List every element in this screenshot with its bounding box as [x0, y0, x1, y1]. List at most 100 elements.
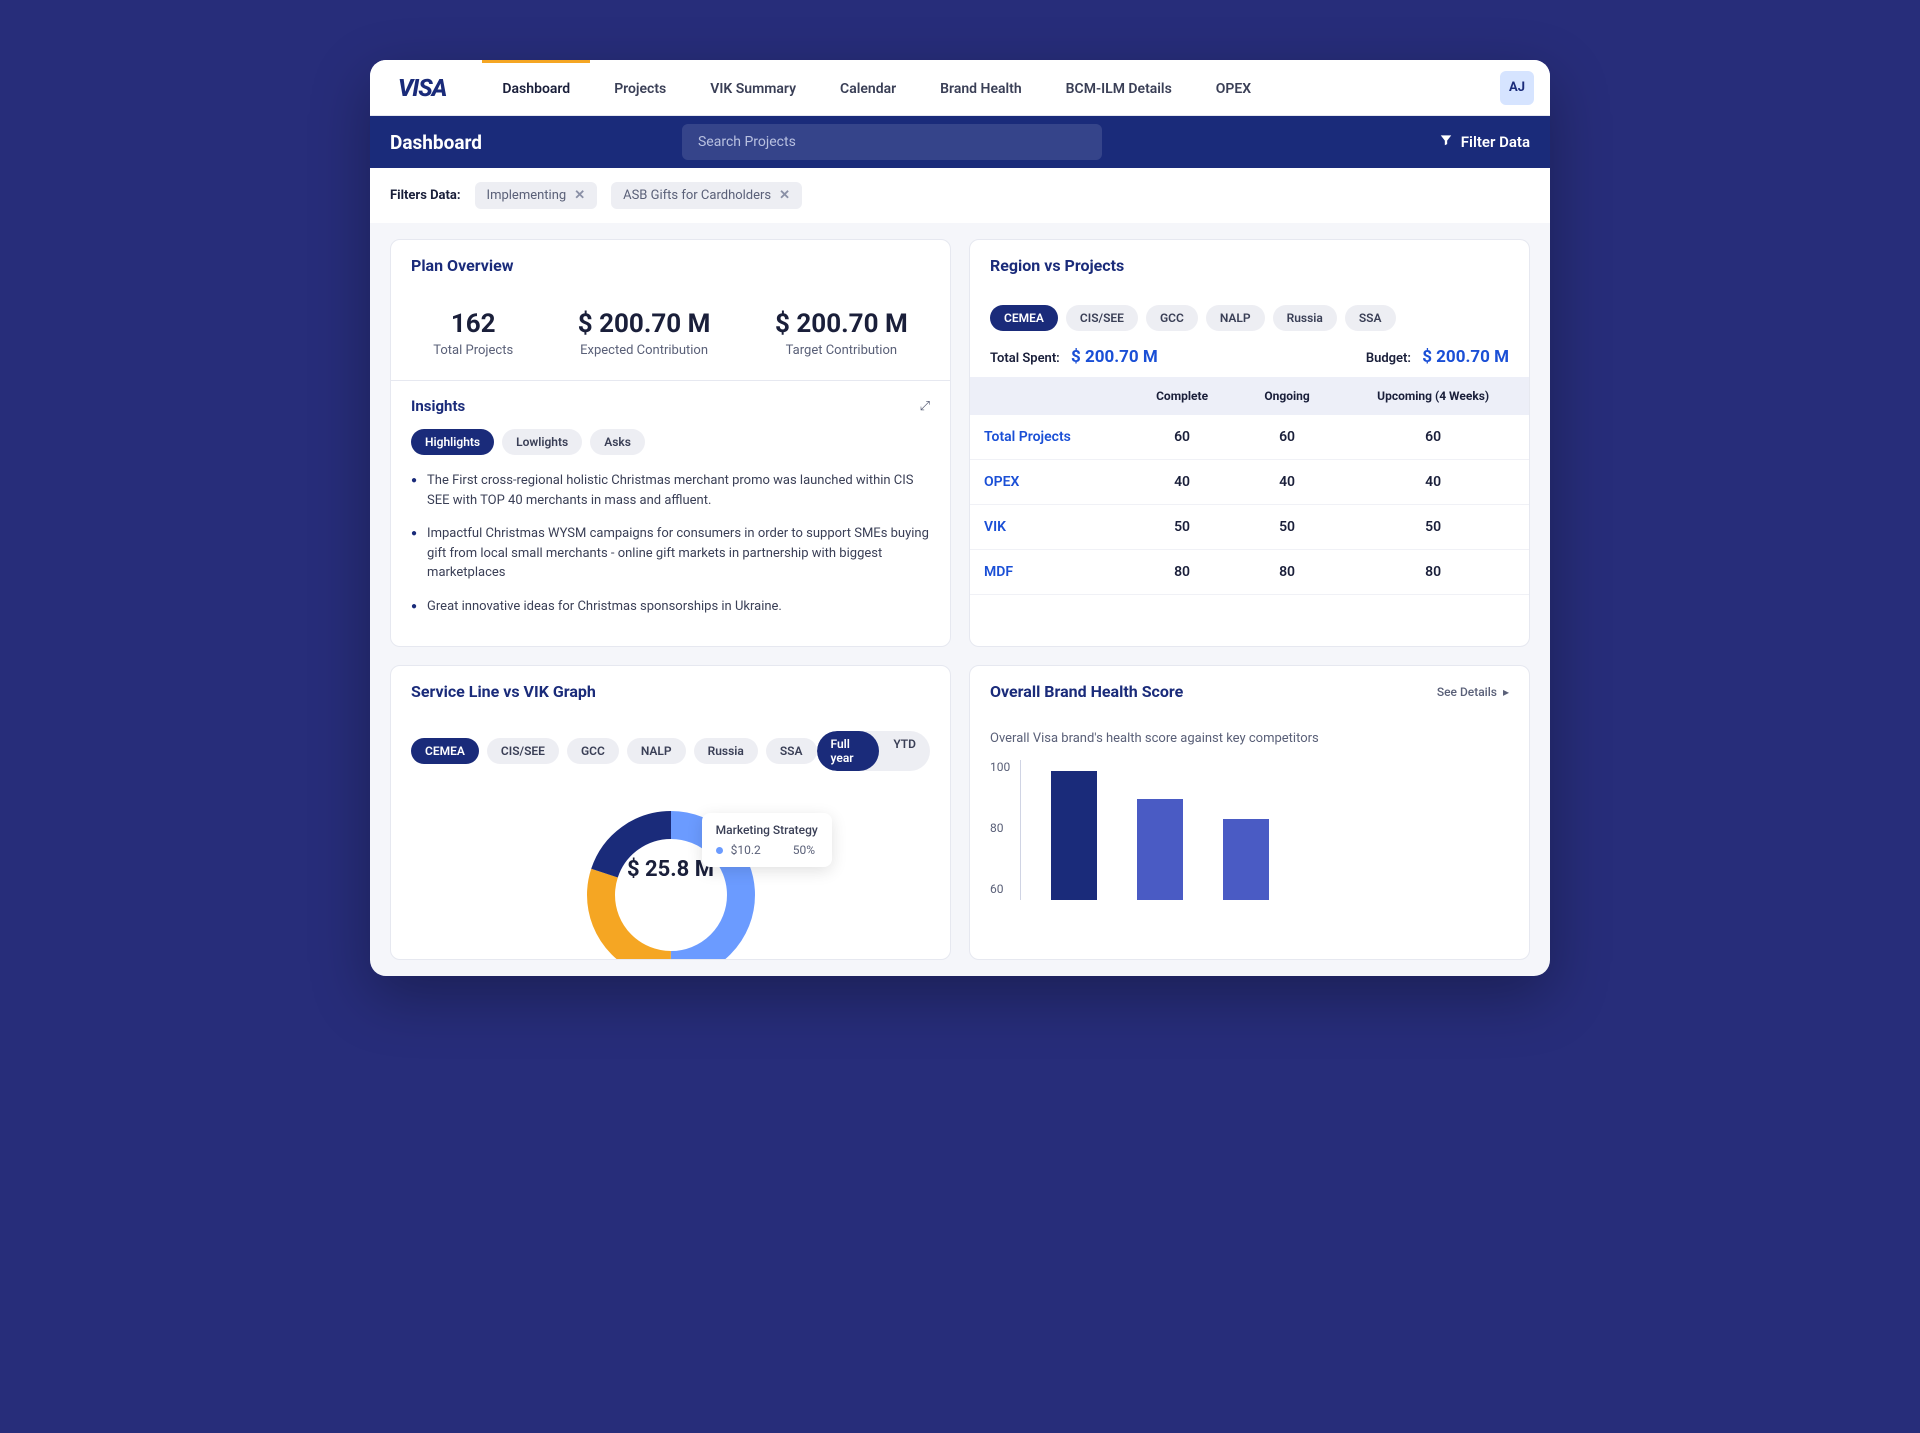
- stat-label: Total Projects: [433, 343, 513, 358]
- see-details-link[interactable]: See Details ▸: [1437, 685, 1509, 699]
- region-table: Complete Ongoing Upcoming (4 Weeks) Tota…: [970, 377, 1529, 595]
- region-tab-russia[interactable]: Russia: [1273, 305, 1337, 331]
- nav-tab-opex[interactable]: OPEX: [1196, 60, 1271, 116]
- stat-label: Expected Contribution: [578, 343, 711, 358]
- insights-tabs: Highlights Lowlights Asks: [411, 429, 930, 455]
- total-spent-label: Total Spent:: [990, 351, 1060, 366]
- region-tab-ssa[interactable]: SSA: [1345, 305, 1396, 331]
- donut-chart: $ 25.8 M Marketing Strategy $10.2 50%: [411, 795, 930, 945]
- toggle-full-year[interactable]: Full year: [817, 731, 880, 771]
- brand-description: Overall Visa brand's health score agains…: [990, 731, 1509, 746]
- nav-tab-brand-health[interactable]: Brand Health: [920, 60, 1042, 116]
- filter-data-button[interactable]: Filter Data: [1439, 133, 1530, 151]
- region-tab-gcc[interactable]: GCC: [1146, 305, 1198, 331]
- chevron-right-icon: ▸: [1503, 685, 1509, 699]
- visa-logo: VISA: [386, 74, 458, 102]
- nav-tab-bcm-ilm[interactable]: BCM-ILM Details: [1046, 60, 1192, 116]
- row-name[interactable]: Total Projects: [970, 415, 1127, 460]
- subheader: Dashboard Search Projects Filter Data: [370, 116, 1550, 168]
- top-nav: VISA Dashboard Projects VIK Summary Cale…: [370, 60, 1550, 116]
- filter-chip-implementing[interactable]: Implementing ✕: [475, 182, 598, 209]
- brand-card: Overall Brand Health Score See Details ▸…: [969, 665, 1530, 960]
- region-tab-nalp[interactable]: NALP: [1206, 305, 1265, 331]
- period-toggle: Full year YTD: [817, 731, 930, 771]
- search-input[interactable]: Search Projects: [682, 124, 1102, 160]
- close-icon[interactable]: ✕: [779, 188, 790, 203]
- stat-target: $ 200.70 M Target Contribution: [775, 309, 908, 358]
- pill-lowlights[interactable]: Lowlights: [502, 429, 582, 455]
- brand-bar-chart: 100 80 60: [990, 760, 1509, 900]
- insight-item: Great innovative ideas for Christmas spo…: [411, 597, 930, 617]
- region-tab-cissee[interactable]: CIS/SEE: [1066, 305, 1138, 331]
- stat-expected: $ 200.70 M Expected Contribution: [578, 309, 711, 358]
- app-window: VISA Dashboard Projects VIK Summary Cale…: [370, 60, 1550, 976]
- service-tab-cissee[interactable]: CIS/SEE: [487, 738, 559, 764]
- service-tab-gcc[interactable]: GCC: [567, 738, 619, 764]
- filter-data-label: Filter Data: [1461, 133, 1530, 151]
- region-card: Region vs Projects CEMEA CIS/SEE GCC NAL…: [969, 239, 1530, 647]
- nav-tab-dashboard[interactable]: Dashboard: [482, 60, 590, 116]
- region-tab-cemea[interactable]: CEMEA: [990, 305, 1058, 331]
- brand-header: Overall Brand Health Score See Details ▸: [970, 666, 1529, 717]
- tooltip-amount: $10.2: [731, 843, 761, 857]
- table-row: OPEX 40 40 40: [970, 460, 1529, 505]
- pill-asks[interactable]: Asks: [590, 429, 645, 455]
- insight-item: The First cross-regional holistic Christ…: [411, 471, 930, 510]
- funnel-icon: [1439, 133, 1453, 151]
- service-card: Service Line vs VIK Graph CEMEA CIS/SEE …: [390, 665, 951, 960]
- col-blank: [970, 377, 1127, 415]
- total-spent-value: $ 200.70 M: [1071, 347, 1158, 367]
- plan-stats-row: 162 Total Projects $ 200.70 M Expected C…: [391, 291, 950, 381]
- service-tab-russia[interactable]: Russia: [694, 738, 758, 764]
- insights-list: The First cross-regional holistic Christ…: [411, 471, 930, 616]
- content-grid: Plan Overview 162 Total Projects $ 200.7…: [370, 223, 1550, 976]
- nav-tab-vik-summary[interactable]: VIK Summary: [690, 60, 816, 116]
- filter-chip-text: ASB Gifts for Cardholders: [623, 188, 771, 203]
- tooltip-title: Marketing Strategy: [716, 823, 818, 837]
- budget-label: Budget:: [1366, 351, 1411, 366]
- tooltip-pct: 50%: [793, 843, 815, 857]
- row-name[interactable]: MDF: [970, 550, 1127, 595]
- chart-tooltip: Marketing Strategy $10.2 50%: [702, 813, 832, 867]
- nav-tab-projects[interactable]: Projects: [594, 60, 686, 116]
- insight-item: Impactful Christmas WYSM campaigns for c…: [411, 524, 930, 583]
- filter-chip-asb-gifts[interactable]: ASB Gifts for Cardholders ✕: [611, 182, 802, 209]
- service-title: Service Line vs VIK Graph: [391, 666, 950, 717]
- expand-icon[interactable]: ⤢: [920, 399, 930, 414]
- bar: [1223, 819, 1269, 900]
- pill-highlights[interactable]: Highlights: [411, 429, 494, 455]
- filters-label: Filters Data:: [390, 188, 461, 203]
- insights-title: Insights: [411, 397, 465, 415]
- service-tab-nalp[interactable]: NALP: [627, 738, 686, 764]
- nav-tab-calendar[interactable]: Calendar: [820, 60, 916, 116]
- page-title: Dashboard: [390, 131, 482, 154]
- stat-value: 162: [433, 309, 513, 339]
- bars-container: [1020, 760, 1509, 900]
- close-icon[interactable]: ✕: [574, 188, 585, 203]
- row-name[interactable]: VIK: [970, 505, 1127, 550]
- region-title: Region vs Projects: [970, 240, 1529, 291]
- bar: [1137, 799, 1183, 900]
- bar: [1051, 771, 1097, 900]
- row-name[interactable]: OPEX: [970, 460, 1127, 505]
- stat-value: $ 200.70 M: [775, 309, 908, 339]
- service-tab-ssa[interactable]: SSA: [766, 738, 817, 764]
- table-row: VIK 50 50 50: [970, 505, 1529, 550]
- plan-overview-card: Plan Overview 162 Total Projects $ 200.7…: [390, 239, 951, 647]
- stat-value: $ 200.70 M: [578, 309, 711, 339]
- service-tab-cemea[interactable]: CEMEA: [411, 738, 479, 764]
- insights-section: Insights ⤢ Highlights Lowlights Asks The…: [391, 381, 950, 646]
- col-ongoing: Ongoing: [1237, 377, 1338, 415]
- stat-total-projects: 162 Total Projects: [433, 309, 513, 358]
- y-axis: 100 80 60: [990, 760, 1010, 900]
- dot-icon: [716, 847, 723, 854]
- donut-value: $ 25.8 M: [627, 857, 714, 882]
- region-controls: CEMEA CIS/SEE GCC NALP Russia SSA Total …: [970, 291, 1529, 377]
- table-row: Total Projects 60 60 60: [970, 415, 1529, 460]
- filter-chip-text: Implementing: [487, 188, 567, 203]
- toggle-ytd[interactable]: YTD: [879, 731, 930, 771]
- brand-title: Overall Brand Health Score: [990, 682, 1183, 701]
- nav-tabs: Dashboard Projects VIK Summary Calendar …: [482, 60, 1271, 116]
- plan-overview-title: Plan Overview: [391, 240, 950, 291]
- user-avatar[interactable]: AJ: [1500, 71, 1534, 105]
